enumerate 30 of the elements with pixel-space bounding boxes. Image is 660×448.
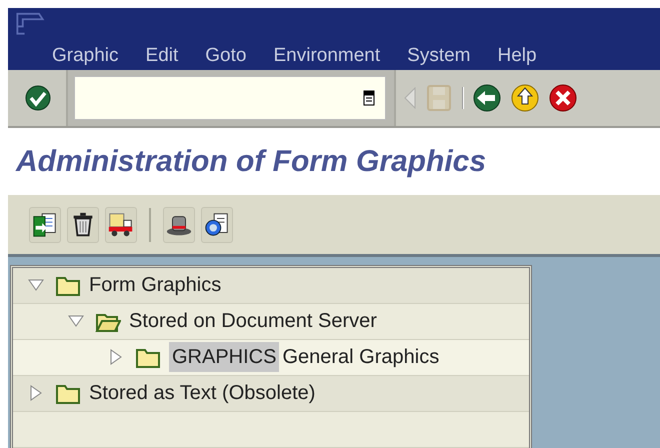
delete-button[interactable]: [67, 206, 99, 243]
exit-icon: [510, 82, 540, 113]
menu-item[interactable]: System: [407, 42, 471, 70]
document-info-button[interactable]: [201, 206, 233, 243]
menu-item[interactable]: Edit: [146, 42, 178, 70]
command-field[interactable]: [74, 76, 386, 120]
page-title: Administration of Form Graphics: [16, 144, 486, 180]
cancel-button[interactable]: [548, 82, 578, 113]
save-icon: [424, 82, 454, 113]
tree-node-label[interactable]: Form Graphics: [89, 270, 222, 300]
expand-toggle[interactable]: [25, 279, 47, 292]
hat-button[interactable]: [163, 206, 195, 243]
window-menu-icon[interactable]: [14, 12, 46, 36]
history-icon[interactable]: [363, 90, 375, 106]
menu-item[interactable]: Help: [498, 42, 537, 70]
tree-node-label[interactable]: General Graphics: [282, 342, 440, 372]
node-key[interactable]: GRAPHICS: [169, 342, 280, 372]
enter-button[interactable]: [24, 84, 52, 112]
left-triangle-icon: [404, 86, 416, 109]
back-icon: [472, 82, 502, 113]
back-button[interactable]: [472, 82, 502, 113]
cancel-icon: [548, 82, 578, 113]
expand-toggle[interactable]: [65, 315, 87, 328]
menu-item[interactable]: Environment: [273, 42, 380, 70]
transport-button[interactable]: [105, 206, 137, 243]
menu-item[interactable]: Graphic: [52, 42, 119, 70]
copy-button[interactable]: [29, 206, 61, 243]
menu-item[interactable]: Goto: [205, 42, 246, 70]
tree-node-label[interactable]: Stored as Text (Obsolete): [89, 378, 316, 408]
exit-button[interactable]: [510, 82, 540, 113]
